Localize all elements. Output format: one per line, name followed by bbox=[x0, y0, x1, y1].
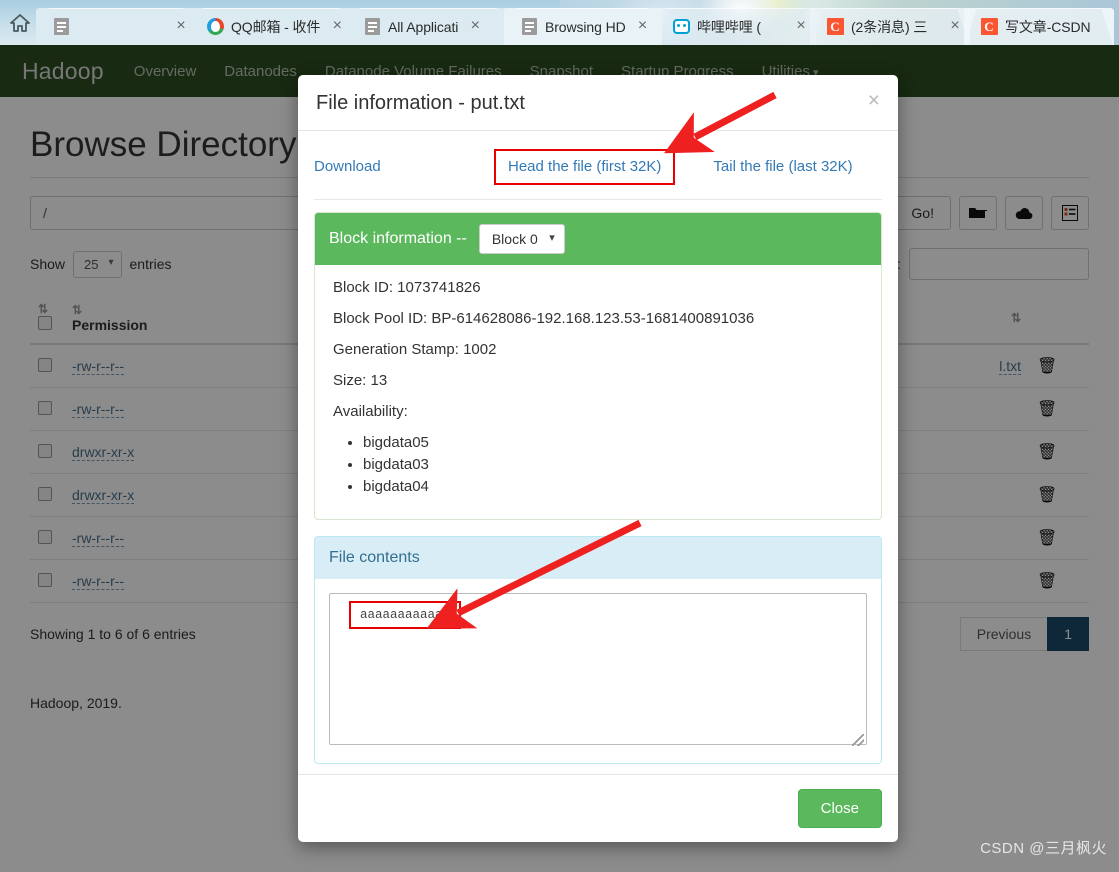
doc-icon bbox=[520, 18, 538, 36]
tab-title: 哔哩哔哩 ( bbox=[697, 18, 761, 35]
browser-tab-4[interactable]: 哔哩哔哩 ( × bbox=[656, 8, 816, 45]
list-item: bigdata03 bbox=[363, 456, 863, 473]
browser-tab-6[interactable]: C 写文章-CSDN bbox=[964, 8, 1114, 45]
textarea-resize-handle[interactable] bbox=[852, 734, 864, 746]
block-panel-body: Block ID: 1073741826 Block Pool ID: BP-6… bbox=[315, 265, 881, 519]
block-id: Block ID: 1073741826 bbox=[333, 279, 481, 296]
file-contents-textarea-wrap: aaaaaaaaaaaa bbox=[329, 593, 867, 749]
bilibili-icon bbox=[672, 18, 690, 36]
tab-close-icon[interactable]: × bbox=[634, 17, 652, 36]
home-icon[interactable] bbox=[6, 9, 34, 37]
availability-list: bigdata05 bigdata03 bigdata04 bbox=[333, 434, 863, 495]
csdn-watermark: CSDN @三月枫火 bbox=[980, 840, 1107, 857]
csdn-icon: C bbox=[980, 18, 998, 36]
browser-tab-bar: × QQ邮箱 - 收件 × All Applicati × Browsing H… bbox=[0, 0, 1119, 45]
block-panel-heading: Block information -- Block 0 bbox=[315, 213, 881, 265]
doc-icon bbox=[52, 18, 70, 36]
tab-close-icon[interactable]: × bbox=[792, 17, 810, 36]
modal-title: File information - put.txt bbox=[316, 92, 525, 114]
tab-title: (2条消息) 三 bbox=[851, 18, 928, 35]
close-icon[interactable]: × bbox=[868, 90, 880, 111]
tab-title: All Applicati bbox=[388, 18, 459, 35]
home-icon-glyph bbox=[10, 14, 30, 32]
tail-file-link-wrap: Tail the file (last 32K) bbox=[713, 158, 852, 176]
modal-header: File information - put.txt × bbox=[298, 75, 898, 131]
doc-icon bbox=[363, 18, 381, 36]
block-pool-id: Block Pool ID: BP-614628086-192.168.123.… bbox=[333, 310, 755, 327]
list-item: bigdata05 bbox=[363, 434, 863, 451]
tail-file-link[interactable]: Tail the file (last 32K) bbox=[713, 158, 852, 175]
browser-tab-1[interactable]: QQ邮箱 - 收件 × bbox=[190, 8, 353, 45]
file-contents-body: aaaaaaaaaaaa bbox=[315, 579, 881, 763]
block-size: Size: 13 bbox=[333, 372, 388, 389]
modal-footer: Close bbox=[298, 774, 898, 842]
tab-title: QQ邮箱 - 收件 bbox=[231, 18, 321, 35]
browser-tab-5[interactable]: C (2条消息) 三 × bbox=[810, 8, 970, 45]
download-link[interactable]: Download bbox=[314, 158, 381, 175]
browser-tab-3[interactable]: Browsing HD × bbox=[504, 8, 662, 45]
file-action-links: Download Head the file (first 32K) Tail … bbox=[314, 145, 882, 199]
tab-close-icon[interactable]: × bbox=[466, 17, 484, 36]
file-contents-heading: File contents bbox=[315, 537, 881, 579]
download-link-wrap: Download bbox=[314, 158, 494, 176]
file-contents-highlight-box: aaaaaaaaaaaa bbox=[349, 601, 462, 629]
head-file-highlight-box: Head the file (first 32K) bbox=[494, 149, 676, 185]
tab-strip: × QQ邮箱 - 收件 × All Applicati × Browsing H… bbox=[36, 0, 1114, 45]
csdn-icon: C bbox=[826, 18, 844, 36]
tab-title: 写文章-CSDN bbox=[1005, 18, 1091, 35]
file-contents-panel: File contents aaaaaaaaaaaa bbox=[314, 536, 882, 764]
tab-title: Browsing HD bbox=[545, 18, 626, 35]
browser-tab-2[interactable]: All Applicati × bbox=[347, 8, 510, 45]
block-panel-heading-label: Block information -- bbox=[329, 230, 467, 247]
close-button[interactable]: Close bbox=[797, 789, 882, 828]
links-divider bbox=[314, 199, 882, 200]
list-item: bigdata04 bbox=[363, 478, 863, 495]
qq-icon bbox=[206, 18, 224, 36]
availability-label: Availability: bbox=[333, 403, 408, 420]
tab-close-icon[interactable]: × bbox=[946, 17, 964, 36]
file-information-modal: File information - put.txt × Download He… bbox=[298, 75, 898, 842]
block-information-panel: Block information -- Block 0 Block ID: 1… bbox=[314, 212, 882, 520]
head-file-link-wrap: Head the file (first 32K) bbox=[494, 149, 676, 185]
head-file-link[interactable]: Head the file (first 32K) bbox=[508, 158, 661, 175]
modal-body: Download Head the file (first 32K) Tail … bbox=[298, 131, 898, 774]
browser-tab-0[interactable]: × bbox=[36, 8, 196, 45]
tab-close-icon[interactable]: × bbox=[172, 17, 190, 36]
tab-close-icon[interactable]: × bbox=[328, 17, 346, 36]
generation-stamp: Generation Stamp: 1002 bbox=[333, 341, 497, 358]
block-select[interactable]: Block 0 bbox=[478, 224, 565, 254]
